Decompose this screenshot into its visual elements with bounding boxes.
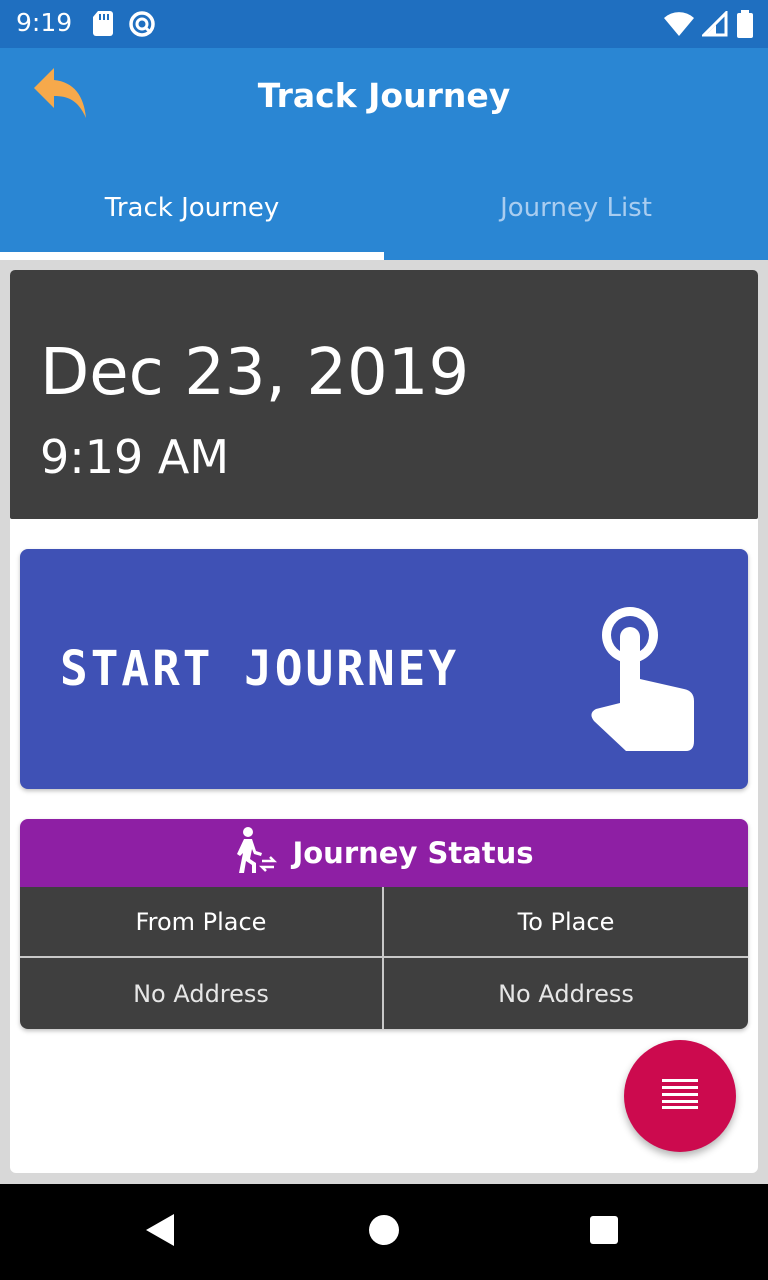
journey-status-title: Journey Status: [292, 836, 534, 870]
menu-lines-icon: [662, 1079, 698, 1113]
start-journey-label: START JOURNEY: [60, 639, 460, 697]
start-journey-button[interactable]: START JOURNEY: [20, 549, 748, 789]
do-not-disturb-icon: [128, 10, 156, 42]
nav-back-button[interactable]: [142, 1214, 178, 1250]
journey-status-header: Journey Status: [20, 819, 748, 887]
menu-fab-button[interactable]: [624, 1040, 736, 1152]
nav-home-button[interactable]: [366, 1214, 402, 1250]
from-place-header: From Place: [20, 887, 384, 958]
nav-recents-button[interactable]: [586, 1214, 622, 1250]
system-nav-bar: [0, 1184, 768, 1280]
journey-status-table: From Place To Place No Address No Addres…: [20, 887, 748, 1029]
tab-journey-list[interactable]: Journey List: [384, 156, 768, 260]
walking-person-transfer-icon: [234, 826, 278, 880]
current-date: Dec 23, 2019: [40, 336, 470, 410]
status-bar: 9:19: [0, 0, 768, 48]
tab-label: Track Journey: [104, 193, 280, 223]
tab-bar: Track Journey Journey List: [0, 156, 768, 260]
date-time-card: Dec 23, 2019 9:19 AM: [10, 270, 758, 519]
wifi-icon: [664, 11, 694, 41]
current-time: 9:19 AM: [40, 430, 230, 484]
to-place-value: No Address: [498, 979, 634, 1008]
sd-card-icon: [92, 10, 114, 42]
signal-icon: [700, 9, 728, 41]
content-panel: Dec 23, 2019 9:19 AM START JOURNEY Journ…: [10, 270, 758, 1173]
active-tab-indicator: [0, 252, 384, 260]
status-right-icons: [664, 9, 754, 42]
to-place-header: To Place: [384, 887, 748, 958]
back-triangle-icon: [144, 1213, 176, 1251]
tab-track-journey[interactable]: Track Journey: [0, 156, 384, 260]
status-time: 9:19: [16, 8, 73, 37]
home-circle-icon: [368, 1214, 400, 1250]
tap-hand-icon: [586, 605, 696, 755]
page-title: Track Journey: [257, 76, 511, 115]
app-bar: Track Journey Track Journey Journey List: [0, 48, 768, 260]
status-left-icons: [92, 10, 156, 42]
battery-icon: [736, 10, 754, 42]
recents-square-icon: [589, 1215, 619, 1249]
from-place-value: No Address: [20, 958, 384, 1029]
tab-label: Journey List: [500, 193, 652, 223]
journey-status-card: Journey Status From Place To Place No Ad…: [20, 819, 748, 1029]
